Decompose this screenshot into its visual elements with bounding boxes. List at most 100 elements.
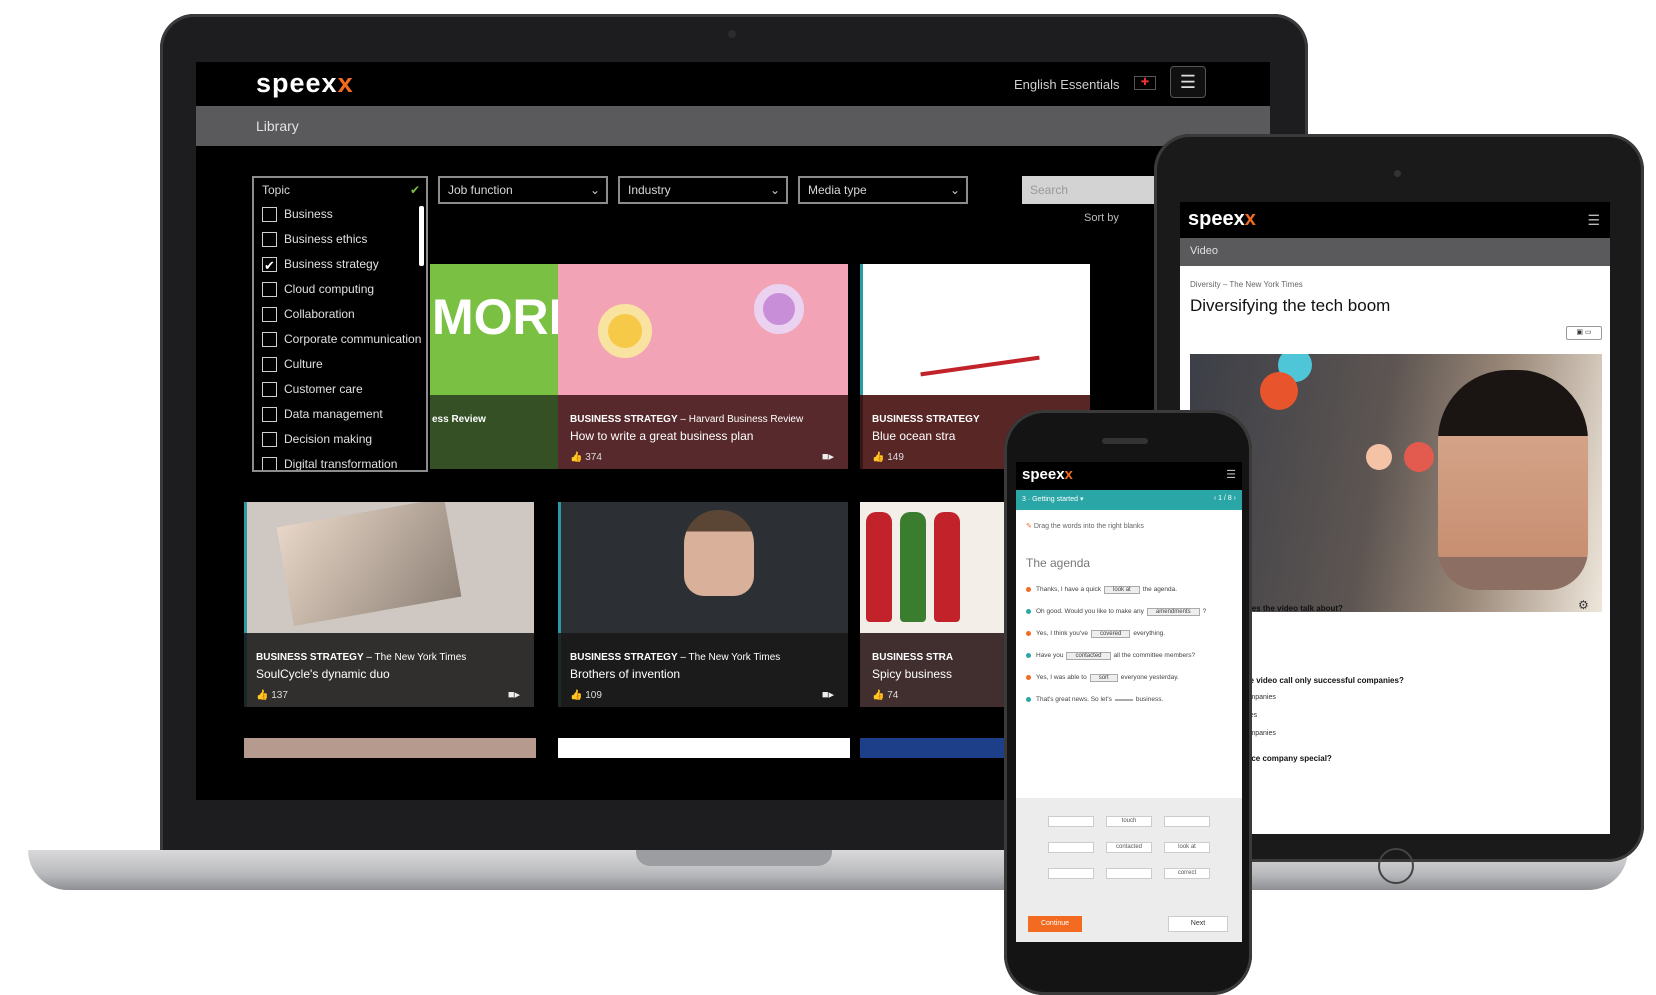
drop-zone[interactable] <box>1114 699 1133 701</box>
card-source: ess Review <box>432 414 486 425</box>
tablet-home-button <box>1378 848 1414 884</box>
card-title: Spicy business <box>872 667 953 681</box>
speexx-logo[interactable]: speexx <box>1022 466 1073 483</box>
topic-option[interactable]: Digital transformation <box>254 452 426 470</box>
transcript-button[interactable]: ▣ ▭ <box>1566 326 1602 340</box>
checkbox[interactable] <box>262 332 277 347</box>
info-icon: ✎ <box>1026 523 1034 530</box>
media-type-filter[interactable]: Media type ⌄ <box>798 176 968 204</box>
word-chip[interactable]: touch <box>1106 816 1152 827</box>
card-tag: BUSINESS STRATEGY – The New York Times <box>570 652 781 663</box>
checkbox[interactable] <box>262 432 277 447</box>
app-header: speexx ☰ <box>1016 462 1242 490</box>
word-chip[interactable]: look at <box>1164 842 1210 853</box>
topic-option[interactable]: Customer care <box>254 377 426 402</box>
drop-zone[interactable]: look at <box>1104 586 1140 594</box>
word-chip[interactable] <box>1164 816 1210 827</box>
topic-option[interactable]: Business strategy <box>254 252 426 278</box>
breadcrumb: Video <box>1190 245 1218 257</box>
video-icon: ■▸ <box>507 689 520 701</box>
gear-icon[interactable]: ⚙ <box>1578 598 1589 612</box>
next-button[interactable]: Next <box>1168 916 1228 932</box>
dialogue-line: Oh good. Would you like to make any amend… <box>1026 608 1206 616</box>
card-tag: BUSINESS STRATEGY – Harvard Business Rev… <box>570 414 804 425</box>
hamburger-menu-icon[interactable]: ☰ <box>1170 66 1206 98</box>
device-showcase: speexx English Essentials ✚ ☰ Library To… <box>0 0 1656 995</box>
topic-option[interactable]: Collaboration <box>254 302 426 327</box>
checkbox[interactable] <box>262 457 277 470</box>
word-chip[interactable]: correct <box>1164 868 1210 879</box>
chevron-down-icon: ⌄ <box>769 183 780 197</box>
speexx-logo[interactable]: speexx <box>256 68 354 99</box>
word-chip[interactable] <box>1106 868 1152 879</box>
checkbox[interactable] <box>262 307 277 322</box>
chevron-down-icon: ⌄ <box>589 183 600 197</box>
checkbox[interactable] <box>262 232 277 247</box>
checkbox[interactable] <box>262 382 277 397</box>
search-input[interactable]: Search <box>1022 176 1170 204</box>
illustration-line <box>920 355 1040 377</box>
breadcrumb-bar: Video <box>1180 238 1610 266</box>
breadcrumb: Library <box>256 118 299 134</box>
donut-image <box>598 304 652 358</box>
card-tag: BUSINESS STRATEGY <box>872 414 980 425</box>
word-chip[interactable]: contacted <box>1106 842 1152 853</box>
topic-option[interactable]: Cloud computing <box>254 277 426 302</box>
question-3: ence company special? <box>1242 754 1332 763</box>
drop-zone[interactable]: amendments <box>1146 608 1200 616</box>
section-selector[interactable]: 3 · Getting started ▾ <box>1022 495 1084 503</box>
checkbox[interactable] <box>262 207 277 222</box>
drop-zone[interactable]: sort <box>1089 674 1118 682</box>
card-title: Brothers of invention <box>570 667 681 681</box>
dialogue-line: That's great news. So let's business. <box>1026 696 1163 703</box>
card-likes: 👍 137 <box>256 690 288 701</box>
course-selector[interactable]: English Essentials <box>1014 77 1120 92</box>
hands-image <box>276 502 462 627</box>
video-card[interactable]: BUSINESS STRATEGY – The New York Times B… <box>558 502 848 707</box>
industry-filter[interactable]: Industry ⌄ <box>618 176 788 204</box>
job-function-filter[interactable]: Job function ⌄ <box>438 176 608 204</box>
video-card[interactable]: BUSINESS STRATEGY – Harvard Business Rev… <box>558 264 848 469</box>
topic-dropdown[interactable]: Business Business ethics Business strate… <box>252 202 428 472</box>
topic-option[interactable]: Decision making <box>254 427 426 452</box>
word-chip[interactable] <box>1048 868 1094 879</box>
hamburger-menu-icon[interactable]: ☰ <box>1226 468 1236 481</box>
dialogue-line: Yes, I was able to sort everyone yesterday… <box>1026 674 1179 682</box>
bullet-icon <box>1026 586 1031 592</box>
checkbox[interactable] <box>262 357 277 372</box>
speexx-logo[interactable]: speexx <box>1188 208 1256 231</box>
language-flag-icon[interactable]: ✚ <box>1134 76 1156 90</box>
video-card-peek[interactable] <box>244 738 536 758</box>
drop-zone[interactable]: covered <box>1090 630 1131 638</box>
topic-option[interactable]: Corporate communication <box>254 327 426 352</box>
industry-filter-label: Industry <box>628 183 671 197</box>
topic-option[interactable]: Business ethics <box>254 227 426 252</box>
word-chip[interactable] <box>1048 842 1094 853</box>
bullet-icon <box>1026 652 1031 658</box>
topic-option[interactable]: Business <box>254 202 426 227</box>
checkbox[interactable] <box>262 282 277 297</box>
bokeh-light <box>1260 372 1298 410</box>
check-icon: ✔ <box>409 183 420 197</box>
topic-option[interactable]: Culture <box>254 352 426 377</box>
hamburger-menu-icon[interactable]: ☰ <box>1587 212 1600 229</box>
checkbox[interactable] <box>262 407 277 422</box>
dialogue-line: Thanks, I have a quick look at the agenda. <box>1026 586 1177 594</box>
topic-option[interactable]: Data management <box>254 402 426 427</box>
card-likes: 👍 149 <box>872 452 904 463</box>
card-likes: 👍 109 <box>570 690 602 701</box>
checkbox-checked[interactable] <box>262 253 277 278</box>
app-header: speexx English Essentials ✚ ☰ <box>196 62 1270 106</box>
sort-by-label[interactable]: Sort by <box>1084 212 1119 224</box>
bullet-icon <box>1026 674 1031 680</box>
video-card[interactable]: BUSINESS STRATEGY – The New York Times S… <box>244 502 534 707</box>
word-chip[interactable] <box>1048 816 1094 827</box>
topic-filter[interactable]: Topic ✔ <box>252 176 428 204</box>
video-title: Diversifying the tech boom <box>1190 296 1391 315</box>
page-pager[interactable]: ‹ 1 / 8 › <box>1214 495 1236 502</box>
card-likes: 👍 74 <box>872 690 899 701</box>
question-2: the video call only successful companies… <box>1242 676 1404 685</box>
video-card-peek[interactable] <box>558 738 850 758</box>
drop-zone[interactable]: contacted <box>1066 652 1111 660</box>
continue-button[interactable]: Continue <box>1028 916 1082 932</box>
